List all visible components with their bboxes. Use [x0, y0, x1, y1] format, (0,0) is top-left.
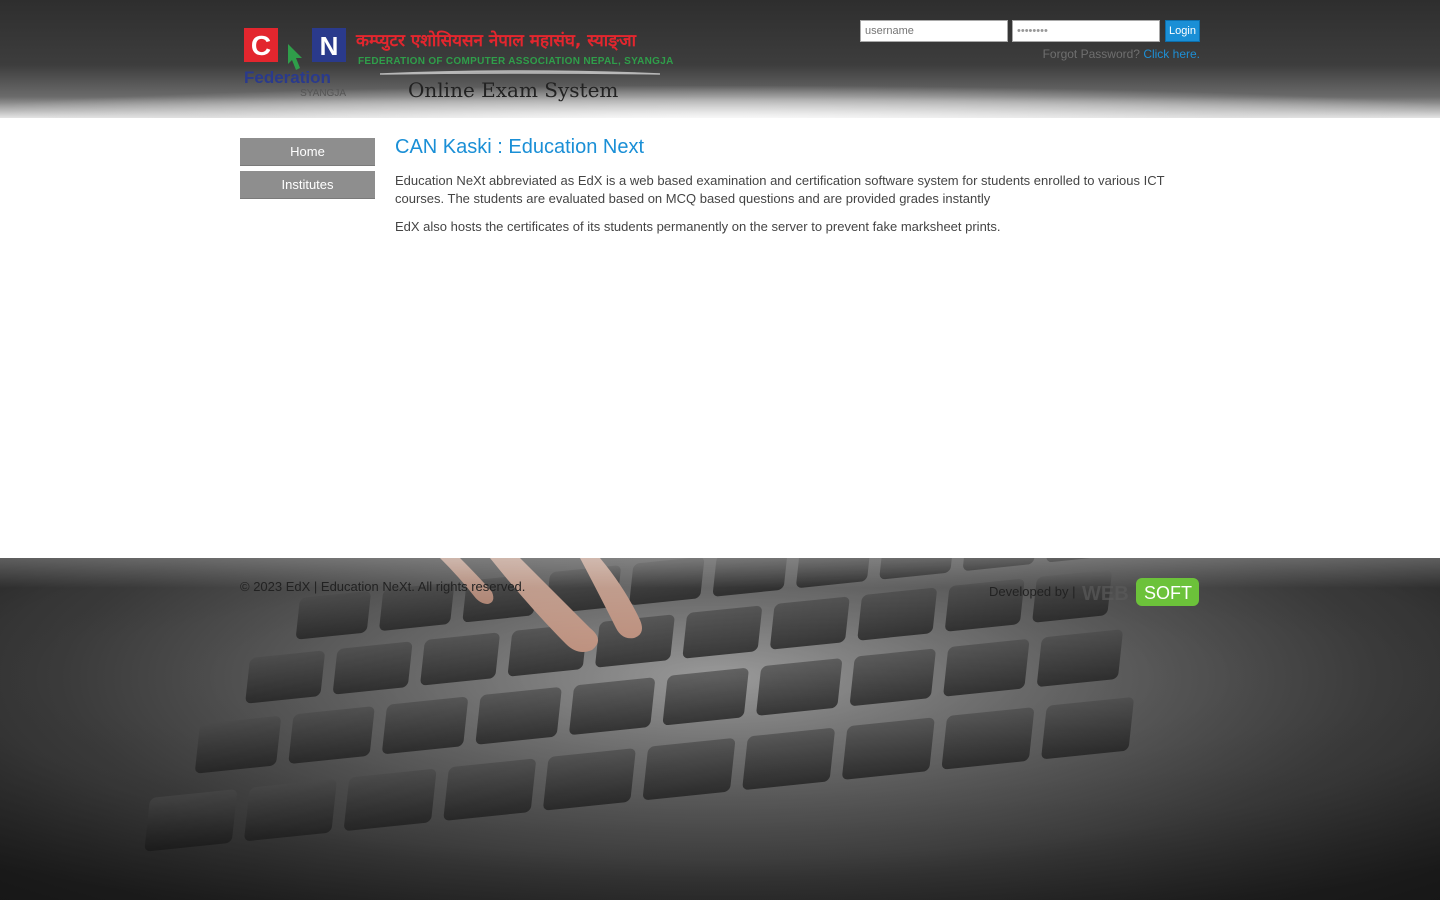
page-title: CAN Kaski : Education Next [395, 136, 644, 158]
site-header: C N Federation SYANGJA कम्प्युटर एशोसियस… [0, 0, 1440, 118]
forgot-password: Forgot Password? Click here. [1043, 47, 1200, 61]
sidebar-nav: Home Institutes [240, 138, 375, 204]
developer-logo[interactable]: WEB SOFT [1080, 576, 1200, 608]
websoft-logo-graphic: WEB SOFT [1082, 578, 1199, 606]
logo-district-text: SYANGJA [300, 88, 346, 99]
keyboard-background-image [0, 558, 1440, 900]
forgot-password-link[interactable]: Click here. [1143, 47, 1200, 61]
copyright-text: © 2023 EdX | Education NeXt. All rights … [240, 579, 526, 594]
can-logo-graphic: C N Federation SYANGJA कम्प्युटर एशोसियस… [244, 28, 674, 102]
certificates-paragraph: EdX also hosts the certificates of its s… [395, 219, 1001, 234]
logo-nepali-title: कम्प्युटर एशोसियसन नेपाल महासंघ, स्याङ्ज… [355, 30, 637, 51]
websoft-soft-text: SOFT [1144, 583, 1192, 603]
cursor-arrow-icon [288, 44, 302, 70]
intro-paragraph: Education NeXt abbreviated as EdX is a w… [395, 173, 1165, 206]
logo-english-title: FEDERATION OF COMPUTER ASSOCIATION NEPAL… [358, 56, 674, 67]
logo-letter-c: C [251, 30, 271, 61]
logo-divider [379, 70, 661, 75]
login-form: Login Forgot Password? Click here. [860, 20, 1200, 70]
sidebar-item-institutes[interactable]: Institutes [240, 171, 375, 199]
main-content: CAN Kaski : Education Next Education NeX… [395, 136, 1195, 246]
developed-by-text: Developed by | [989, 584, 1076, 599]
forgot-password-text: Forgot Password? [1042, 47, 1140, 61]
login-button[interactable]: Login [1165, 20, 1200, 42]
site-footer: © 2023 EdX | Education NeXt. All rights … [0, 558, 1440, 900]
websoft-web-text: WEB [1082, 583, 1129, 605]
logo-federation-text: Federation [244, 68, 331, 87]
logo-letter-n: N [320, 31, 339, 61]
header-glow [0, 86, 1440, 118]
username-input[interactable] [860, 20, 1008, 42]
password-input[interactable] [1012, 20, 1160, 42]
logo-tagline: Online Exam System [408, 78, 618, 102]
site-logo[interactable]: C N Federation SYANGJA कम्प्युटर एशोसियस… [240, 22, 690, 106]
sidebar-item-home[interactable]: Home [240, 138, 375, 166]
footer-top-fade [0, 558, 1440, 588]
main-area: Home Institutes CAN Kaski : Education Ne… [0, 118, 1440, 558]
